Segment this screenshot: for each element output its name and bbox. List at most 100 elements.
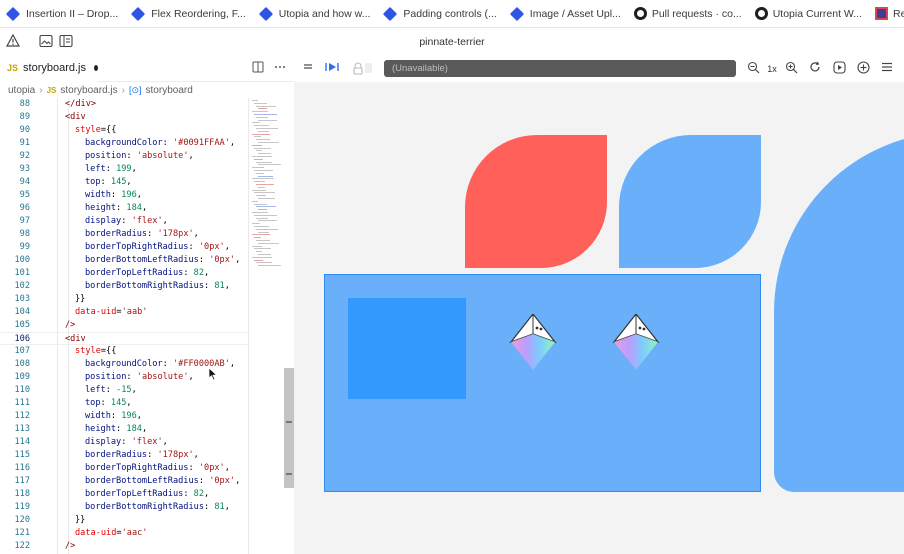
- minimap-line: [258, 175, 273, 177]
- bookmark-item[interactable]: Pull requests · co...: [633, 7, 742, 20]
- code-line[interactable]: 101 borderTopLeftRadius: 82,: [0, 267, 248, 280]
- play-mode-icon[interactable]: [324, 61, 340, 77]
- breadcrumb-symbol[interactable]: storyboard: [146, 85, 193, 96]
- code-line[interactable]: 88 </div>: [0, 98, 248, 111]
- code-token: ={{: [100, 125, 117, 135]
- bookmark-item[interactable]: Image / Asset Upl...: [509, 6, 621, 21]
- code-line[interactable]: 100 borderBottomLeftRadius: '0px',: [0, 254, 248, 267]
- design-canvas[interactable]: [294, 82, 904, 554]
- code-line[interactable]: 98 borderRadius: '178px',: [0, 228, 248, 241]
- bookmark-item[interactable]: Padding controls (...: [383, 6, 497, 21]
- utopia-icon: [258, 6, 273, 21]
- hamburger-icon[interactable]: [880, 61, 894, 77]
- minimap-line: [256, 262, 272, 264]
- unsaved-dot-icon[interactable]: [94, 65, 98, 71]
- lock-icon[interactable]: [350, 61, 374, 77]
- code-token: :: [183, 268, 194, 278]
- code-token: ,: [126, 177, 132, 187]
- code-line[interactable]: 111 top: 145,: [0, 397, 248, 410]
- line-number: 99: [19, 242, 30, 252]
- breadcrumb-file[interactable]: storyboard.js: [60, 85, 117, 96]
- minimap-line: [252, 256, 272, 258]
- code-line[interactable]: 116 borderTopRightRadius: '0px',: [0, 462, 248, 475]
- code-token: '0px': [198, 242, 225, 252]
- code-line[interactable]: 112 width: 196,: [0, 410, 248, 423]
- editor-scrollbar[interactable]: [284, 368, 294, 488]
- code-line[interactable]: 95 width: 196,: [0, 189, 248, 202]
- minimap-line: [256, 139, 270, 141]
- preview-icon[interactable]: [832, 61, 846, 77]
- code-line[interactable]: 94 top: 145,: [0, 176, 248, 189]
- breadcrumb-root[interactable]: utopia: [8, 85, 35, 96]
- more-actions-icon[interactable]: [274, 61, 286, 76]
- split-editor-icon[interactable]: [252, 61, 264, 76]
- code-line[interactable]: 89 <div: [0, 111, 248, 124]
- code-line[interactable]: 97 display: 'flex',: [0, 215, 248, 228]
- zoom-in-icon[interactable]: [784, 61, 798, 77]
- menu-lines-icon[interactable]: [302, 61, 314, 77]
- code-text: borderBottomRightRadius: 81,: [85, 501, 230, 514]
- code-line[interactable]: 96 height: 184,: [0, 202, 248, 215]
- code-line[interactable]: 106 <div: [0, 332, 248, 345]
- code-line[interactable]: 107 style={{: [0, 345, 248, 358]
- minimap-line: [254, 203, 267, 205]
- code-line[interactable]: 105 />: [0, 319, 248, 332]
- large-blue-shape[interactable]: [774, 132, 904, 492]
- minimap-line: [254, 170, 273, 171]
- code-line[interactable]: 90 style={{: [0, 124, 248, 137]
- code-token: </div>: [65, 99, 97, 109]
- placeholder-diamond-image[interactable]: [612, 314, 660, 372]
- bookmark-item[interactable]: Regex Tester and...: [875, 7, 904, 20]
- line-number: 102: [14, 281, 30, 291]
- code-line[interactable]: 91 backgroundColor: '#0091FFAA',: [0, 137, 248, 150]
- code-line[interactable]: 110 left: -15,: [0, 384, 248, 397]
- blue-leaf-shape[interactable]: [619, 135, 761, 268]
- code-line[interactable]: 118 borderTopLeftRadius: 82,: [0, 488, 248, 501]
- code-line[interactable]: 117 borderBottomLeftRadius: '0px',: [0, 475, 248, 488]
- code-line[interactable]: 113 height: 184,: [0, 423, 248, 436]
- code-token: ,: [235, 476, 241, 486]
- code-token: :: [188, 463, 199, 473]
- refresh-icon[interactable]: [808, 61, 822, 77]
- code-text: left: -15,: [85, 384, 137, 397]
- zoom-level[interactable]: 1x: [764, 61, 780, 77]
- tab-storyboard[interactable]: JS storyboard.js: [0, 56, 98, 82]
- code-line[interactable]: 120}}: [0, 514, 248, 527]
- code-token: borderTopLeftRadius: [85, 268, 184, 278]
- bookmark-item[interactable]: Utopia Current W...: [754, 7, 862, 20]
- code-token: -15: [116, 385, 132, 395]
- code-line[interactable]: 99 borderTopRightRadius: '0px',: [0, 241, 248, 254]
- code-text: backgroundColor: '#0091FFAA',: [85, 137, 235, 150]
- zoom-out-icon[interactable]: [746, 61, 760, 77]
- minimap-line: [256, 195, 266, 197]
- line-number: 118: [14, 489, 30, 499]
- code-token: :: [204, 281, 215, 291]
- line-number: 103: [14, 294, 30, 304]
- code-line[interactable]: 92 position: 'absolute',: [0, 150, 248, 163]
- code-editor[interactable]: 88 </div> 89 <div 90 style={{91 backgroundColo…: [0, 98, 294, 554]
- code-token: :: [110, 190, 122, 200]
- code-line[interactable]: 114 display: 'flex',: [0, 436, 248, 449]
- url-input[interactable]: (Unavailable): [384, 60, 736, 77]
- code-line[interactable]: 104 data-uid='aab': [0, 306, 248, 319]
- code-line[interactable]: 93 left: 199,: [0, 163, 248, 176]
- red-leaf-shape[interactable]: [465, 135, 607, 268]
- minimap-line: [258, 231, 269, 233]
- line-number: 93: [19, 164, 30, 174]
- code-line[interactable]: 102 borderBottomRightRadius: 81,: [0, 280, 248, 293]
- placeholder-diamond-image[interactable]: [509, 314, 557, 372]
- inner-blue-rect[interactable]: [348, 298, 466, 399]
- add-icon[interactable]: [856, 61, 870, 77]
- bookmark-item[interactable]: Utopia and how w...: [258, 6, 370, 21]
- code-line[interactable]: 122 />: [0, 540, 248, 553]
- code-line[interactable]: 103}}: [0, 293, 248, 306]
- code-line[interactable]: 115 borderRadius: '178px',: [0, 449, 248, 462]
- minimap[interactable]: [250, 98, 286, 278]
- bookmark-item[interactable]: Flex Reordering, F...: [131, 6, 246, 21]
- bookmark-item[interactable]: Insertion II – Drop...: [5, 6, 118, 21]
- code-line[interactable]: 119 borderBottomRightRadius: 81,: [0, 501, 248, 514]
- minimap-line: [256, 251, 262, 253]
- line-number: 105: [14, 320, 30, 330]
- code-token: }}: [75, 515, 86, 525]
- code-line[interactable]: 121 data-uid='aac': [0, 527, 248, 540]
